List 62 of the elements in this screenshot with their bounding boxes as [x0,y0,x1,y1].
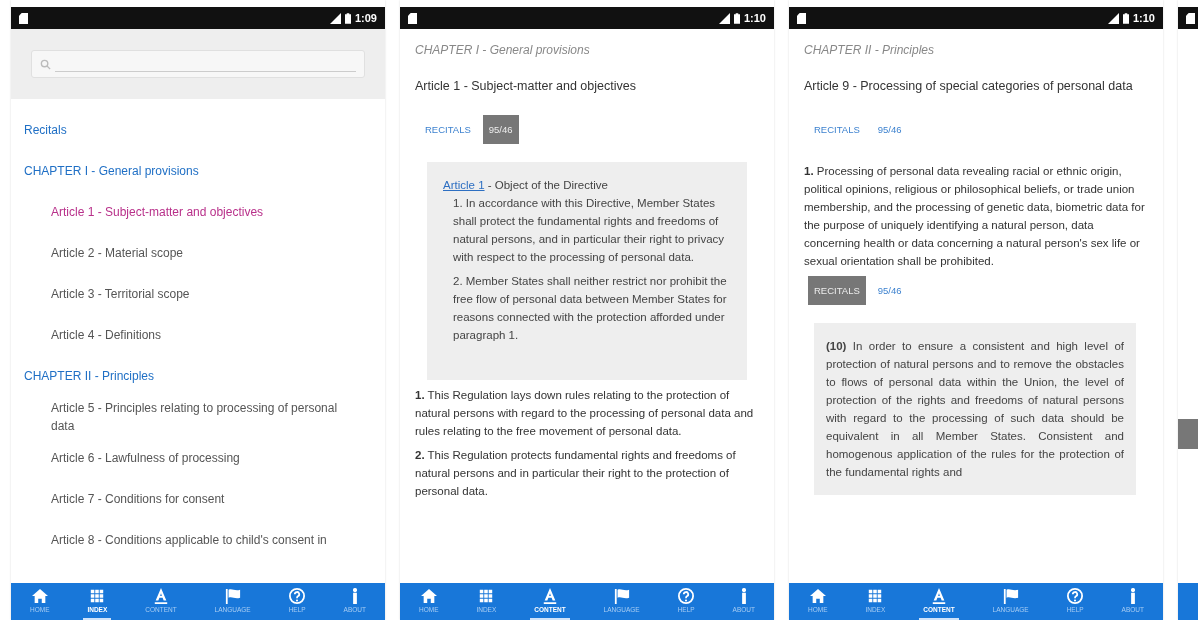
chapter-heading: CHAPTER I - General provisions [415,43,591,57]
index-article-link[interactable]: Article 8 - Conditions applicable to child's consent in [11,519,385,560]
article-title: Article 9 - Processing of special categories of personal data [804,78,1134,95]
clock-time: 1:10 [1132,12,1155,24]
article-title: Article 1 - Subject-matter and objectives [415,78,637,95]
home-icon [31,588,48,604]
index-section-link[interactable]: CHAPTER I - General provisions [11,150,385,191]
battery-icon [1122,12,1129,24]
home-icon [420,588,437,604]
reference-toggle[interactable]: RECITALS [419,115,477,144]
signal-icon [718,12,730,24]
index-article-link[interactable]: Article 6 - Lawfulness of processing [11,437,385,478]
recital-paragraph: (10) In order to ensure a consistent and high level of protection of natural persons and to remove the obstacles to flows of personal data within the Union, the level of protection of the rights and freedoms of natural persons with regard to the processing of such data should be equivalent in all Member States. Consistent and homogenous application of the rules for the protection of the fundamental rights and [826,339,1124,480]
flag-icon [224,588,241,604]
index-article-link[interactable]: Article 1 - Subject-matter and objectives [11,191,385,232]
index-article-link[interactable]: Article 3 - Territorial scope [11,273,385,314]
sd-card-icon [797,12,806,24]
article-link[interactable]: Article 1 [443,179,485,191]
index-section-link[interactable]: CHAPTER II - Principles [11,355,385,396]
font-icon [930,588,947,604]
info-icon [741,588,746,604]
sd-card-icon [1186,12,1195,24]
flag-icon [613,588,630,604]
reference-toggle[interactable]: RECITALS [808,276,866,305]
signal-icon [329,12,341,24]
quote-paragraph: 2. Member States shall neither restrict nor prohibit the free flow of personal data between Member States for reasons connected with the protection afforded under paragraph 1. [453,274,728,343]
chapter-heading: CHAPTER II - Principles [804,43,936,57]
sd-card-icon [19,12,28,24]
help-icon [1067,588,1084,604]
index-article-link[interactable]: Article 7 - Conditions for consent [11,478,385,519]
flag-icon [1002,588,1019,604]
clock-time: 1:09 [354,12,377,24]
home-icon [809,588,826,604]
grid-icon [867,588,884,604]
index-article-link[interactable]: Article 4 - Definitions [11,314,385,355]
help-icon [678,588,695,604]
grid-icon [478,588,495,604]
index-article-link[interactable]: Article 5 - Principles relating to processing of personal data [11,396,385,437]
article-paragraph: 2. This Regulation protects fundamental rights and freedoms of natural persons and in particular their right to the protection of personal data. [415,448,737,499]
help-icon [289,588,306,604]
reference-toggle[interactable]: 95/46 [871,115,908,144]
font-icon [541,588,558,604]
article-paragraph: 1. This Regulation lays down rules relating to the protection of natural persons with regard to the processing of personal data and rules relating to the free movement of personal data. [415,388,755,439]
article-paragraph: 1. Processing of personal data revealing racial or ethnic origin, political opinions, religious or philosophical beliefs, or trade union membership, and the processing of genetic data, biometric data for the purpose of uniquely identifying a natural person, data concerning health or data concerning a natural person's sex life or sexual orientation shall be prohibited. [804,164,1146,269]
quote-heading: - Object of the Directive [486,179,608,191]
reference-toggle[interactable]: 95/46 [482,115,519,144]
search-field[interactable] [31,50,365,78]
info-icon [1130,588,1135,604]
info-icon [352,588,357,604]
font-icon [152,588,169,604]
battery-icon [733,12,740,24]
reference-toggle[interactable]: RECITALS [808,115,866,144]
index-article-link[interactable]: Article 2 - Material scope [11,232,385,273]
quote-paragraph: 1. In accordance with this Directive, Member States shall protect the fundamental rights and freedoms of natural persons, and in particular their right to privacy with respect to the processing of personal data. [453,196,726,265]
index-section-link[interactable]: Recitals [11,109,385,150]
reference-toggle[interactable]: 95/46 [871,276,908,305]
battery-icon [344,12,351,24]
signal-icon [1107,12,1119,24]
clock-time: 1:10 [743,12,766,24]
sd-card-icon [408,12,417,24]
search-icon [40,58,51,70]
grid-icon [89,588,106,604]
